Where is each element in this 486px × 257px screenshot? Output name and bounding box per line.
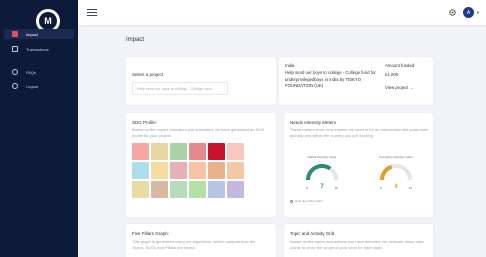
sdg-tile xyxy=(227,162,244,179)
how-link-label: How does this work? xyxy=(295,199,323,203)
five-pillars-card: Five Pillars Graph: This graph is genera… xyxy=(126,224,276,257)
project-description: Help send our boys to college - College … xyxy=(285,70,376,88)
sdg-tile xyxy=(132,162,149,179)
sidebar-item-logout[interactable]: Logout xyxy=(12,81,38,91)
project-info-card: India Help send our boys to college - Co… xyxy=(279,57,433,105)
sdg-tile xyxy=(227,181,244,198)
logo-letter: M xyxy=(39,12,57,30)
sdg-tile xyxy=(170,181,187,198)
sidebar-item-impact[interactable]: Impact xyxy=(12,29,38,39)
project-country: India xyxy=(285,63,295,68)
global-meter-value: 7 xyxy=(320,184,324,190)
global-meter-min: 0 xyxy=(306,186,308,190)
country-meter-max: 10 xyxy=(408,186,412,190)
sdg-tile xyxy=(208,181,225,198)
sdg-tile xyxy=(132,181,149,198)
five-pillars-title: Five Pillars Graph: xyxy=(132,231,170,236)
topbar: A ▼ xyxy=(78,0,486,26)
impact-icon xyxy=(12,31,18,37)
country-meter-label: In-country intensity meter xyxy=(379,155,413,159)
country-meter-value: 4 xyxy=(394,184,398,190)
sidebar-item-label: FAQs xyxy=(26,69,37,75)
select-project-label: Select a project xyxy=(132,72,164,77)
sdg-tile xyxy=(170,143,187,160)
amount-funded-value: £1,000 xyxy=(385,72,399,77)
how-does-this-work-link[interactable]: How does this work? xyxy=(290,199,323,203)
amount-funded-label: Amount funded: xyxy=(385,63,416,68)
project-select-value: Help send our boys to college - College … xyxy=(137,87,212,91)
global-meter-max: 10 xyxy=(334,186,338,190)
page-title: Impact xyxy=(126,37,145,43)
sidebar-item-faqs[interactable]: FAQs xyxy=(12,67,36,77)
global-meter-label: Global intensity meter xyxy=(307,155,337,159)
sidebar-item-label: Transactions xyxy=(26,46,49,52)
topic-activity-card: Topic and Activity Grid Based on the top… xyxy=(284,224,433,257)
sdg-tile xyxy=(132,143,149,160)
faq-icon xyxy=(12,69,18,75)
topic-grid-text: Based on the topics and actions you have… xyxy=(290,239,424,250)
logout-icon xyxy=(12,83,18,89)
sdg-tile xyxy=(170,162,187,179)
menu-toggle-icon[interactable] xyxy=(87,9,97,16)
view-project-link[interactable]: View project → xyxy=(385,85,414,90)
sdg-grid xyxy=(132,143,244,198)
sdg-profile-text: Based on the impact indicators you submi… xyxy=(132,127,265,138)
sdg-profile-title: SDG Profile: xyxy=(132,120,158,125)
sdg-tile xyxy=(227,143,244,160)
intensity-text: These meters show how intense the need i… xyxy=(290,127,429,138)
gauge-fill xyxy=(306,164,332,181)
sdg-tile xyxy=(151,162,168,179)
global-gauge-icon xyxy=(306,164,338,181)
country-meter-min: 0 xyxy=(380,186,382,190)
sidebar-item-label: Impact xyxy=(26,31,39,37)
project-select[interactable]: Help send our boys to college - College … xyxy=(132,82,228,95)
sdg-tile xyxy=(208,162,225,179)
settings-icon[interactable] xyxy=(448,8,457,17)
sidebar-item-transactions[interactable]: Transactions xyxy=(12,44,49,54)
topic-grid-title: Topic and Activity Grid xyxy=(290,231,335,236)
global-intensity-meter: Global intensity meter 7 0 10 xyxy=(292,155,352,195)
transactions-icon xyxy=(12,46,18,52)
sdg-profile-card: SDG Profile: Based on the impact indicat… xyxy=(126,113,276,217)
sidebar: M Impact Transactions FAQs Logout xyxy=(0,0,78,257)
sdg-tile xyxy=(208,143,225,160)
info-icon xyxy=(290,199,293,203)
needs-intensity-card: Needs Intensity Meters These meters show… xyxy=(284,113,433,217)
country-gauge-icon xyxy=(380,164,412,181)
gauge-fill xyxy=(380,164,393,181)
avatar[interactable]: A xyxy=(463,7,474,18)
sdg-tile xyxy=(189,143,206,160)
sidebar-item-label: Logout xyxy=(26,83,39,89)
intensity-title: Needs Intensity Meters xyxy=(290,120,337,125)
sdg-tile xyxy=(189,181,206,198)
sdg-tile xyxy=(151,181,168,198)
country-intensity-meter: In-country intensity meter 4 0 10 xyxy=(366,155,426,195)
sdg-tile xyxy=(189,162,206,179)
sdg-tile xyxy=(151,143,168,160)
five-pillars-text: This graph is generated using our algori… xyxy=(132,239,256,250)
select-project-card: Select a project Help send our boys to c… xyxy=(126,57,276,105)
chevron-down-icon[interactable]: ▼ xyxy=(476,10,480,15)
